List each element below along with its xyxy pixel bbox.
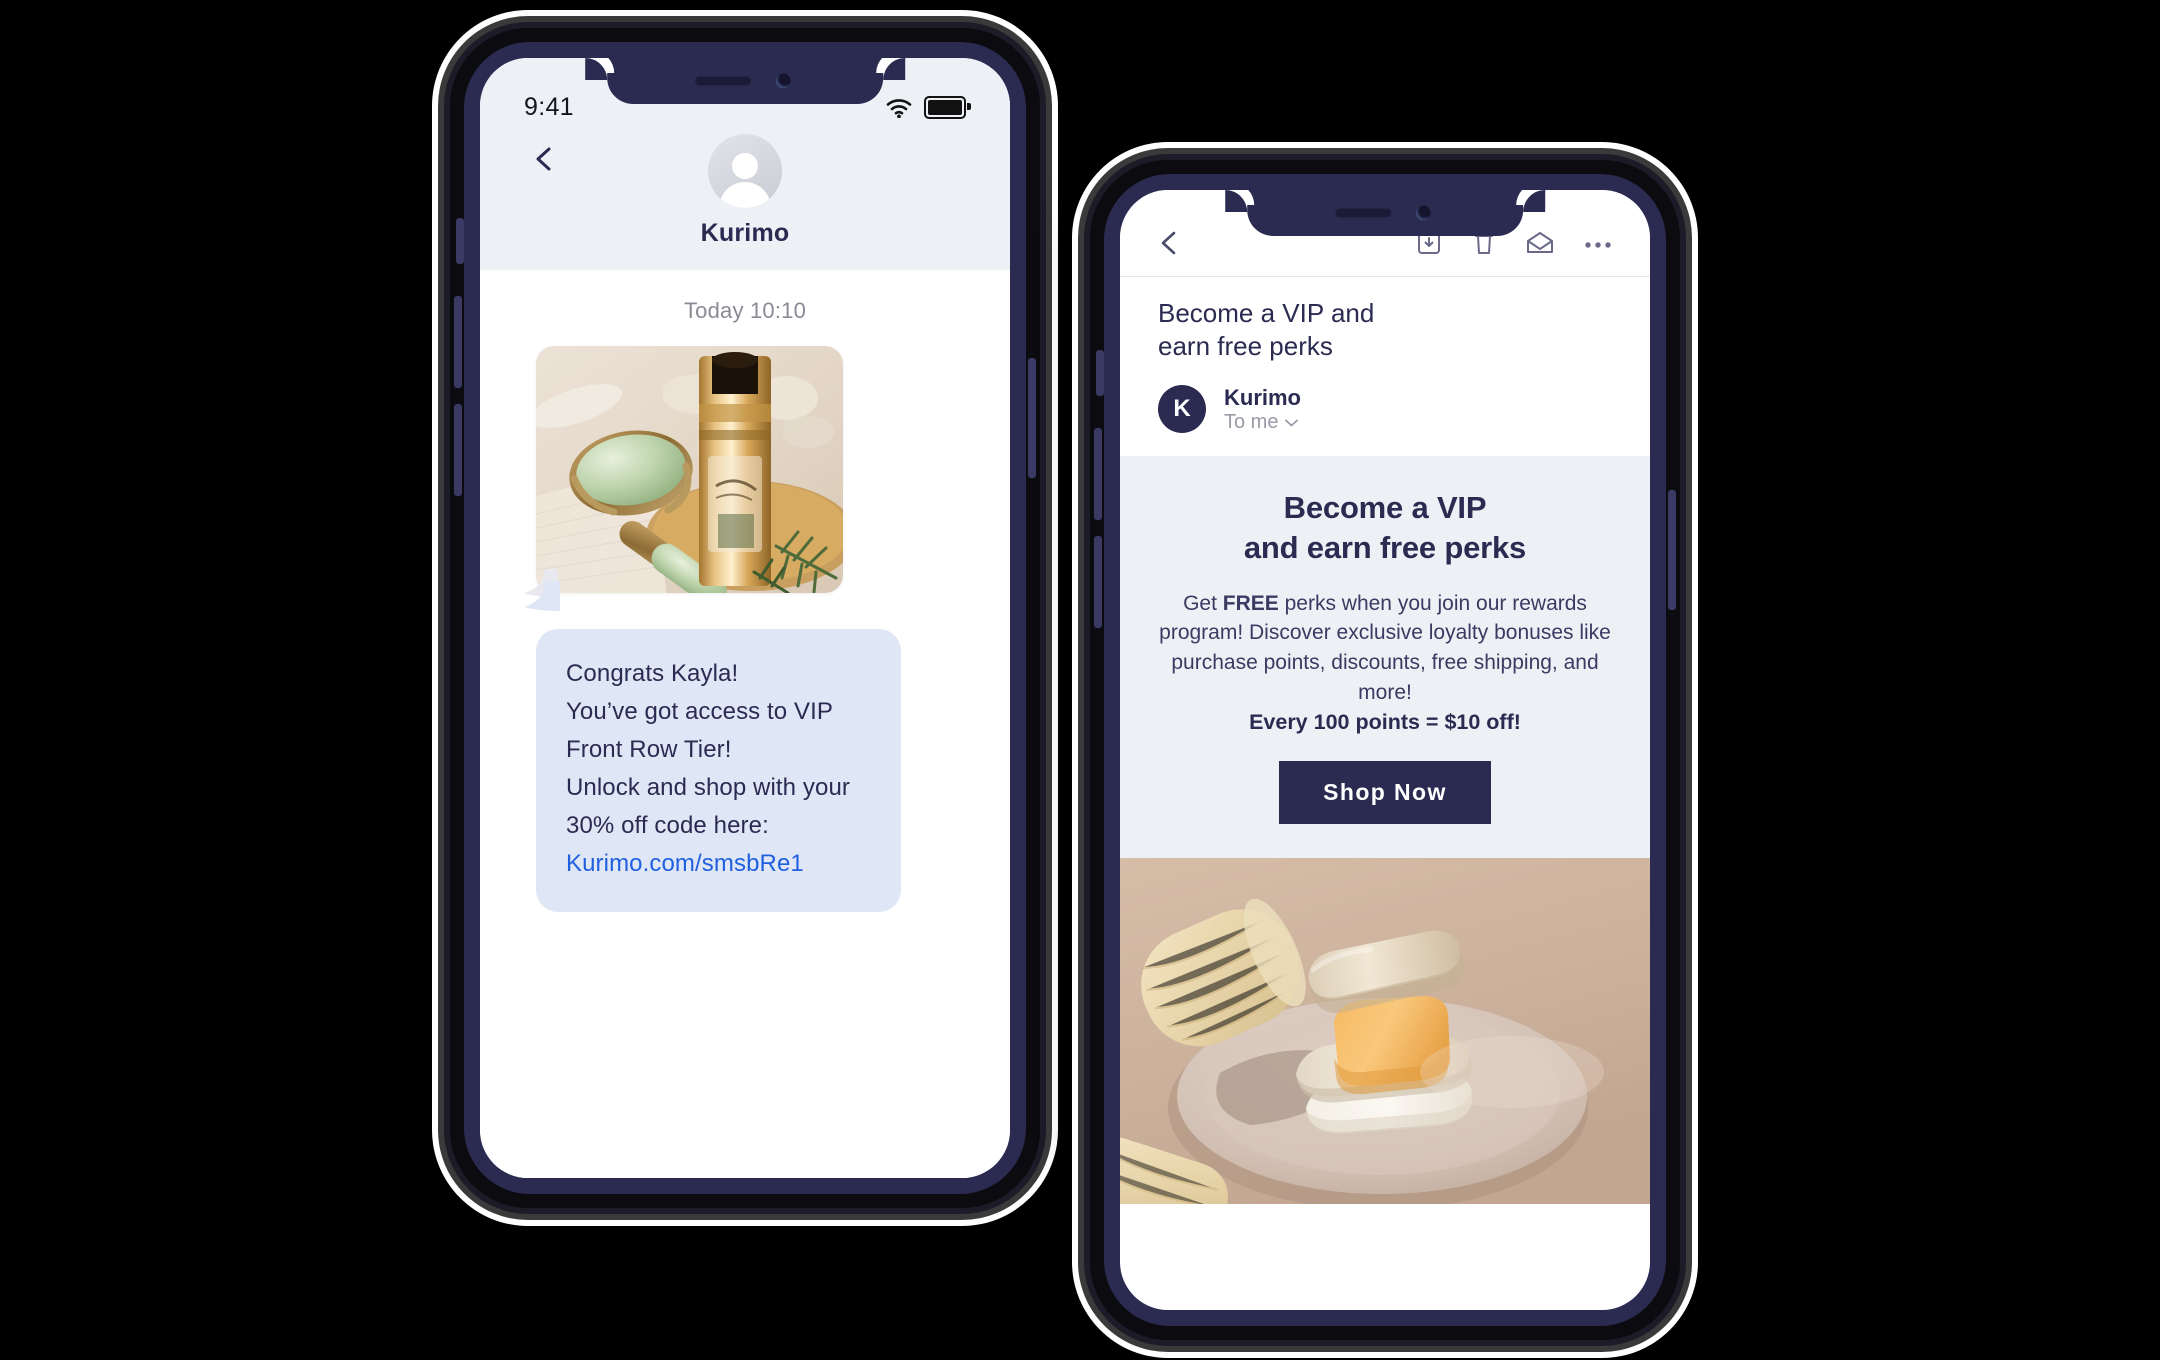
front-camera xyxy=(776,73,792,89)
subject-line-2: earn free perks xyxy=(1158,331,1333,362)
envelope-open-icon[interactable] xyxy=(1526,231,1554,260)
conversation: Today 10:10 Congrats Kayla! You’ve got a… xyxy=(480,270,1010,1178)
hero-headline-1: Become a VIP xyxy=(1283,490,1487,526)
back-button[interactable] xyxy=(1158,230,1182,261)
msg-line-3: Front Row Tier! xyxy=(566,735,732,763)
status-icons xyxy=(886,96,971,122)
msg-line-4: Unlock and shop with your xyxy=(566,773,850,801)
scene: 9:41 Kurimo Today 10:10 Congrats Kayla! … xyxy=(0,0,2160,1360)
mute-switch[interactable] xyxy=(456,218,464,264)
sender-avatar: K xyxy=(1158,384,1206,433)
phone-notch xyxy=(585,58,905,104)
phone-notch-2 xyxy=(1225,190,1545,236)
power-button-2[interactable] xyxy=(1668,490,1676,610)
text-bubble-tail xyxy=(524,581,560,611)
earpiece-speaker-2 xyxy=(1334,208,1391,218)
mute-switch-2[interactable] xyxy=(1096,350,1104,396)
hero-headline-2: and earn free perks xyxy=(1243,530,1527,566)
soap-bars-photo xyxy=(1120,857,1650,1204)
email-sender-row[interactable]: K Kurimo To me xyxy=(1120,364,1650,457)
msg-line-1: Congrats Kayla! xyxy=(566,660,739,687)
sms-header: Kurimo xyxy=(480,128,1010,270)
msg-line-5: 30% off code here: xyxy=(566,811,769,839)
hero-emphasis: Every 100 points = $10 off! xyxy=(1249,709,1521,734)
status-time: 9:41 xyxy=(524,93,574,121)
avatar-body xyxy=(719,182,771,208)
volume-down-button-2[interactable] xyxy=(1094,536,1102,628)
more-horizontal-icon[interactable] xyxy=(1584,236,1612,254)
phone-email-device: Become a VIP and earn free perks K Kurim… xyxy=(1090,160,1680,1340)
phone-email-screen: Become a VIP and earn free perks K Kurim… xyxy=(1120,190,1650,1310)
chevron-down-icon[interactable] xyxy=(1285,419,1299,427)
promo-link[interactable]: Kurimo.com/smsbRe1 xyxy=(566,850,804,877)
recipient-label: To me xyxy=(1224,411,1279,434)
shop-now-button[interactable]: Shop Now xyxy=(1279,760,1491,824)
back-button[interactable] xyxy=(532,146,558,172)
text-message-bubble[interactable]: Congrats Kayla! You’ve got access to VIP… xyxy=(536,629,901,913)
hero-body-pre: Get xyxy=(1183,591,1223,615)
avatar-head xyxy=(732,153,758,179)
volume-down-button[interactable] xyxy=(454,404,462,496)
hero-body: Get FREE perks when you join our rewards… xyxy=(1146,589,1624,708)
earpiece-speaker xyxy=(694,76,751,86)
battery-full-icon xyxy=(924,96,971,119)
image-message-bubble[interactable] xyxy=(536,346,843,593)
sender-name: Kurimo xyxy=(1224,384,1301,410)
contact-avatar[interactable] xyxy=(708,134,782,208)
volume-up-button[interactable] xyxy=(454,296,462,388)
subject-line-1: Become a VIP and xyxy=(1158,298,1375,328)
email-subject: Become a VIP and earn free perks xyxy=(1120,277,1650,364)
hero-body-bold: FREE xyxy=(1222,591,1279,615)
day-timestamp: Today 10:10 xyxy=(683,298,807,323)
email-hero-photo xyxy=(1120,857,1650,1204)
power-button[interactable] xyxy=(1028,358,1036,478)
recipient-row[interactable]: To me xyxy=(1224,411,1301,434)
jade-roller-photo xyxy=(536,346,843,593)
front-camera-2 xyxy=(1416,205,1432,221)
msg-line-2: You’ve got access to VIP xyxy=(566,697,834,725)
phone-sms-screen: 9:41 Kurimo Today 10:10 Congrats Kayla! … xyxy=(480,58,1010,1178)
contact-name: Kurimo xyxy=(700,219,790,247)
wifi-icon xyxy=(886,98,912,118)
email-hero: Become a VIP and earn free perks Get FRE… xyxy=(1120,456,1650,858)
phone-sms-device: 9:41 Kurimo Today 10:10 Congrats Kayla! … xyxy=(450,28,1040,1208)
volume-up-button-2[interactable] xyxy=(1094,428,1102,520)
